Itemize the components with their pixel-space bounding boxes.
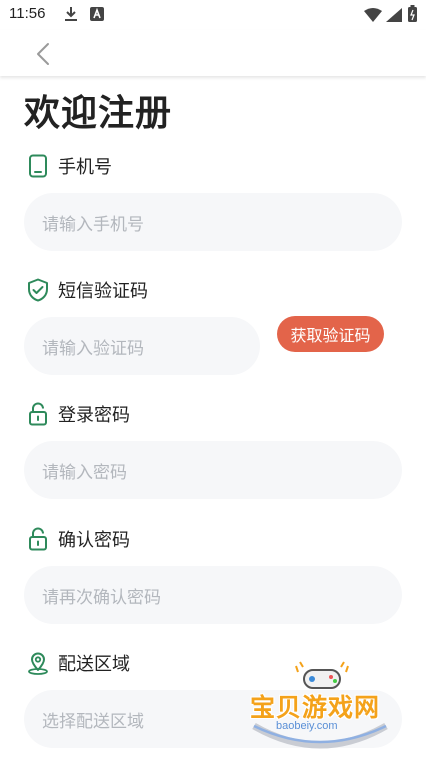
- shield-check-icon: [26, 278, 50, 302]
- region-label-text: 配送区域: [58, 654, 130, 675]
- battery-icon: [408, 5, 417, 26]
- phone-label: 手机号: [26, 153, 112, 179]
- phone-placeholder: 请输入手机号: [42, 214, 144, 235]
- confirm-password-label-text: 确认密码: [58, 530, 130, 551]
- wifi-icon: [364, 7, 382, 26]
- sms-code-input[interactable]: 请输入验证码: [24, 317, 260, 375]
- watermark: 宝贝游戏网 baobeiy.com: [240, 660, 400, 752]
- password-label-text: 登录密码: [58, 405, 130, 426]
- phone-label-text: 手机号: [58, 157, 112, 178]
- password-input[interactable]: 请输入密码: [24, 441, 402, 499]
- chevron-left-icon: [37, 43, 49, 65]
- get-code-button[interactable]: 获取验证码: [277, 316, 384, 352]
- back-button[interactable]: [28, 39, 58, 69]
- sms-label: 短信验证码: [26, 277, 148, 303]
- phone-icon: [26, 154, 50, 178]
- nav-bar: [0, 30, 426, 76]
- region-label: 配送区域: [26, 650, 130, 676]
- lock-icon: [26, 527, 50, 551]
- page-title: 欢迎注册: [24, 93, 173, 134]
- password-label: 登录密码: [26, 401, 130, 427]
- notification-a-icon: [90, 6, 104, 25]
- region-placeholder: 选择配送区域: [42, 711, 144, 732]
- phone-input[interactable]: 请输入手机号: [24, 193, 402, 251]
- location-pin-icon: [26, 651, 50, 675]
- watermark-url: baobeiy.com: [276, 720, 338, 732]
- download-icon: [64, 6, 78, 26]
- sms-label-text: 短信验证码: [58, 281, 148, 302]
- confirm-password-input[interactable]: 请再次确认密码: [24, 566, 402, 624]
- confirm-password-placeholder: 请再次确认密码: [42, 587, 161, 608]
- lock-icon: [26, 402, 50, 426]
- watermark-title: 宝贝游戏网: [250, 693, 381, 722]
- sms-placeholder: 请输入验证码: [42, 338, 144, 359]
- password-placeholder: 请输入密码: [42, 462, 127, 483]
- signal-icon: [386, 7, 402, 26]
- status-bar: 11:56: [0, 0, 426, 30]
- status-time: 11:56: [9, 5, 46, 22]
- confirm-password-label: 确认密码: [26, 526, 130, 552]
